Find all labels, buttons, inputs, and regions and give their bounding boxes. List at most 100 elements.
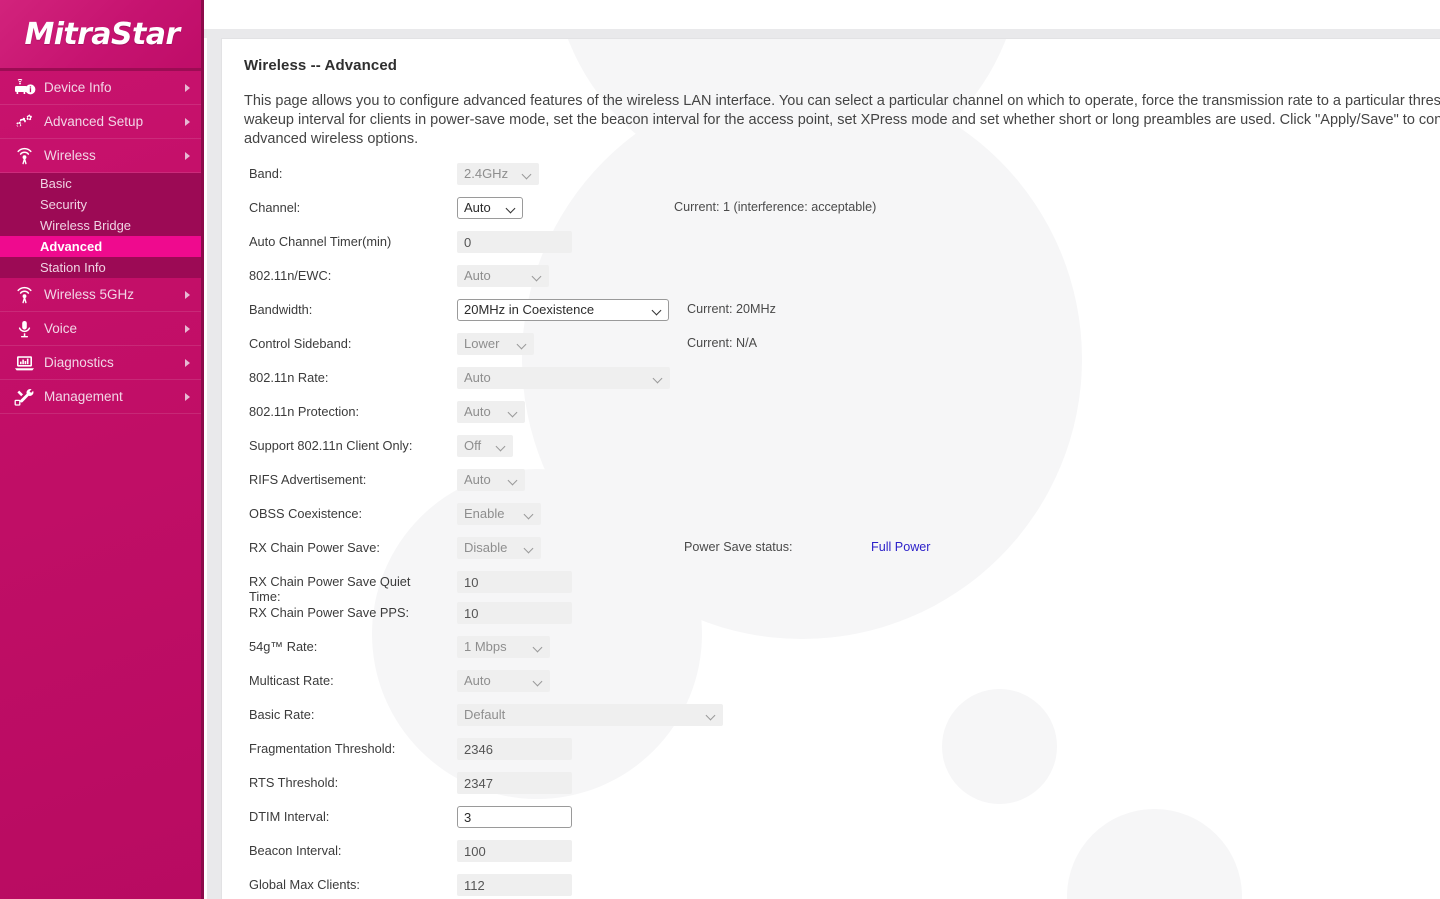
field-label-bandwidth: Bandwidth: [249, 302, 313, 317]
sidebar-item-wireless[interactable]: Wireless [0, 139, 204, 173]
field-label-beacon-interval: Beacon Interval: [249, 843, 342, 858]
select-value: Enable [464, 506, 505, 521]
submenu-item-label: Basic [40, 176, 72, 191]
field-label-rx-chain-power-save: RX Chain Power Save: [249, 540, 380, 555]
form-row: Band: 2.4GHz [244, 163, 1440, 200]
submenu-item-station-info[interactable]: Station Info [0, 257, 204, 278]
submenu-item-wireless-bridge[interactable]: Wireless Bridge [0, 215, 204, 236]
select-value: 2.4GHz [464, 166, 509, 181]
brand-logo[interactable]: MitraStar [0, 0, 204, 71]
field-note-rx-chain-power-save: Power Save status: [684, 540, 793, 554]
select-value: Auto [464, 404, 491, 419]
chevron-right-icon [185, 392, 190, 401]
chevron-right-icon [185, 151, 190, 160]
select-54g-rate: 1 Mbps [457, 636, 550, 658]
select-80211newc: Auto [457, 265, 549, 287]
input-rx-chain-power-save-quiet-time [457, 571, 572, 593]
field-note-bandwidth: Current: 20MHz [687, 302, 776, 316]
chevron-down-icon [654, 374, 663, 383]
brand-logo-text: MitraStar [24, 16, 180, 52]
form-row: Auto Channel Timer(min) [244, 231, 1440, 268]
chevron-down-icon [518, 340, 527, 349]
field-label-80211n-rate: 802.11n Rate: [249, 370, 329, 385]
chevron-down-icon [507, 204, 516, 213]
select-rifs-advertisement: Auto [457, 469, 525, 491]
top-white-strip [204, 0, 1440, 29]
sidebar-item-label: Diagnostics [44, 355, 114, 371]
select-value: Disable [464, 540, 508, 555]
input-rx-chain-power-save-pps [457, 602, 572, 624]
form-row: Basic Rate: Default [244, 704, 1440, 741]
sidebar-item-advanced-setup[interactable]: Advanced Setup [0, 105, 204, 139]
form-row: Bandwidth: 20MHz in Coexistence Current: 2… [244, 299, 1440, 336]
chevron-down-icon [509, 476, 518, 485]
chevron-down-icon [509, 408, 518, 417]
power-save-status-link[interactable]: Full Power [871, 540, 931, 555]
submenu-item-security[interactable]: Security [0, 194, 204, 215]
field-label-dtim-interval: DTIM Interval: [249, 809, 330, 824]
select-value: Auto [464, 472, 491, 487]
form-row: OBSS Coexistence: Enable [244, 503, 1440, 540]
chevron-down-icon [534, 643, 543, 652]
form-row: RX Chain Power Save PPS: [244, 602, 1440, 639]
select-multicast-rate: Auto [457, 670, 550, 692]
sidebar-nav-bottom: Wireless 5GHz Voice Diagnostics Manageme… [0, 278, 204, 414]
chevron-right-icon [185, 290, 190, 299]
form-row: 802.11n Protection: Auto [244, 401, 1440, 438]
input-global-max-clients [457, 874, 572, 896]
sidebar-item-voice[interactable]: Voice [0, 312, 204, 346]
input-fragmentation-threshold [457, 738, 572, 760]
advanced-wireless-form: Band: 2.4GHz Channel: Auto Current: 1 (inter… [244, 163, 1440, 899]
browser-viewport: MitraStar Device Info Advanced Setup Wir… [0, 0, 1440, 899]
select-band: 2.4GHz [457, 163, 539, 185]
form-row: 802.11n/EWC: Auto [244, 265, 1440, 302]
select-channel[interactable]: Auto [457, 197, 523, 219]
microphone-icon [12, 318, 38, 340]
input-dtim-interval[interactable] [457, 806, 572, 828]
laptop-chart-icon [12, 352, 38, 374]
sidebar-nav-top: Device Info Advanced Setup Wireless [0, 71, 204, 173]
select-value: 1 Mbps [464, 639, 507, 654]
field-label-control-sideband: Control Sideband: [249, 336, 352, 351]
select-bandwidth[interactable]: 20MHz in Coexistence [457, 299, 669, 321]
page-description: This page allows you to configure advanc… [244, 93, 1440, 147]
content-card: Wireless -- Advanced This page allows yo… [221, 38, 1440, 899]
wifi-icon [12, 284, 38, 306]
field-label-global-max-clients: Global Max Clients: [249, 877, 360, 892]
sidebar-item-label: Device Info [44, 80, 112, 96]
content-gutter [207, 38, 221, 899]
select-value: Auto [464, 673, 491, 688]
select-value: Auto [464, 370, 491, 385]
field-note-control-sideband: Current: N/A [687, 336, 757, 350]
select-basic-rate: Default [457, 704, 723, 726]
field-label-channel: Channel: [249, 200, 301, 215]
input-beacon-interval [457, 840, 572, 862]
chevron-down-icon [523, 170, 532, 179]
field-label-auto-channel-timermin: Auto Channel Timer(min) [249, 234, 392, 249]
form-row: Control Sideband: Lower Current: N/A [244, 333, 1440, 370]
sidebar-item-device-info[interactable]: Device Info [0, 71, 204, 105]
select-value: Auto [464, 200, 491, 215]
submenu-item-label: Security [40, 197, 87, 212]
sidebar-item-wireless-5ghz[interactable]: Wireless 5GHz [0, 278, 204, 312]
sidebar-item-label: Advanced Setup [44, 114, 144, 130]
form-row: Fragmentation Threshold: [244, 738, 1440, 775]
sidebar-item-diagnostics[interactable]: Diagnostics [0, 346, 204, 380]
sidebar-item-management[interactable]: Management [0, 380, 204, 414]
field-label-obss-coexistence: OBSS Coexistence: [249, 506, 363, 521]
chevron-right-icon [185, 358, 190, 367]
sidebar-item-label: Wireless 5GHz [44, 287, 135, 303]
select-value: Lower [464, 336, 500, 351]
submenu-item-advanced[interactable]: Advanced [0, 236, 204, 257]
field-label-54g-rate: 54g™ Rate: [249, 639, 318, 654]
form-row: RIFS Advertisement: Auto [244, 469, 1440, 506]
form-row: Beacon Interval: [244, 840, 1440, 877]
chevron-down-icon [534, 677, 543, 686]
field-label-rts-threshold: RTS Threshold: [249, 775, 339, 790]
field-note-channel: Current: 1 (interference: acceptable) [674, 200, 877, 214]
form-row: Support 802.11n Client Only: Off [244, 435, 1440, 472]
field-label-rifs-advertisement: RIFS Advertisement: [249, 472, 367, 487]
form-row: Global Max Clients: [244, 874, 1440, 899]
submenu-item-basic[interactable]: Basic [0, 173, 204, 194]
select-value: Auto [464, 268, 491, 283]
